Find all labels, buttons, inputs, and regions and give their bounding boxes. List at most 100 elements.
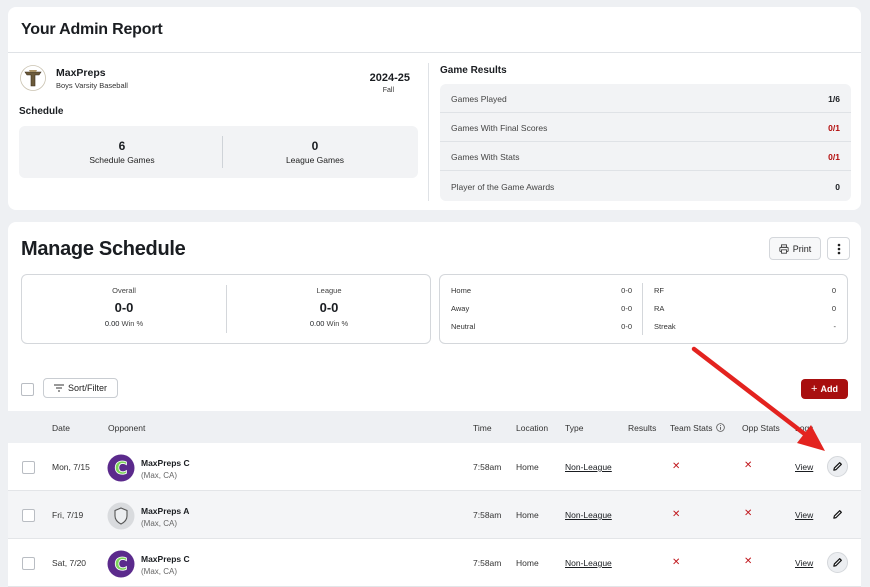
divider — [8, 52, 861, 53]
away-record: 0-0 — [621, 304, 632, 313]
ra-value: 0 — [831, 304, 836, 313]
col-location[interactable]: Location — [516, 423, 548, 433]
opponent-location: (Max, CA) — [141, 519, 177, 528]
game-results-row[interactable]: Games With Final Scores 0/1 — [440, 113, 851, 142]
letter-c-logo-icon: C — [107, 550, 135, 578]
opp-stats-missing-icon: ✕ — [744, 508, 753, 519]
team-stats-missing-icon: ✕ — [672, 557, 681, 568]
col-opponent[interactable]: Opponent — [108, 423, 145, 433]
edit-game-button[interactable] — [827, 504, 848, 525]
printer-icon — [779, 243, 789, 254]
record-summary: Overall 0-0 0.00 Win % League 0-0 0.00 W… — [21, 274, 431, 344]
game-type-link[interactable]: Non-League — [565, 510, 612, 520]
opponent-name[interactable]: MaxPreps A — [141, 506, 189, 516]
more-options-button[interactable] — [827, 237, 850, 260]
pencil-icon — [833, 462, 842, 471]
game-results-label: Player of the Game Awards — [451, 182, 555, 192]
team-subtitle: Boys Varsity Baseball — [56, 81, 128, 90]
admin-report-card: Your Admin Report MaxPreps Boys Varsity … — [8, 7, 861, 210]
opponent-location: (Max, CA) — [141, 471, 177, 480]
ra-label: RA — [654, 304, 665, 313]
game-results-title: Game Results — [440, 65, 507, 76]
game-location: Home — [516, 558, 539, 568]
overall-record: 0-0 — [114, 300, 134, 315]
game-time: 7:58am — [473, 510, 502, 520]
opponent-name[interactable]: MaxPreps C — [141, 458, 190, 468]
overall-pct-value: 0.00 — [104, 319, 120, 328]
opp-stats-missing-icon: ✕ — [744, 460, 753, 471]
edit-game-button[interactable] — [827, 552, 848, 573]
table-row[interactable]: Sat, 7/20 C MaxPreps C (Max, CA) 7:58am … — [8, 539, 861, 587]
game-results-row[interactable]: Games Played 1/6 — [440, 84, 851, 113]
game-time: 7:58am — [473, 462, 502, 472]
game-results-value: 0 — [835, 182, 840, 192]
shield-logo-icon — [107, 502, 135, 530]
more-vertical-icon — [837, 243, 840, 254]
table-header: Date Opponent Time Location Type Results… — [8, 411, 861, 443]
svg-text:C: C — [114, 554, 127, 575]
sort-filter-button[interactable]: Sort/Filter — [43, 378, 118, 398]
streak-label: Streak — [654, 322, 676, 331]
home-label: Home — [451, 286, 472, 295]
sort-filter-label: Sort/Filter — [67, 383, 107, 393]
streak-value: - — [833, 322, 837, 331]
col-date[interactable]: Date — [52, 423, 70, 433]
row-checkbox[interactable] — [22, 557, 35, 570]
filter-icon — [53, 384, 64, 392]
edit-game-button[interactable] — [827, 456, 848, 477]
row-checkbox[interactable] — [22, 461, 35, 474]
col-type[interactable]: Type — [565, 423, 583, 433]
opp-stats-missing-icon: ✕ — [744, 556, 753, 567]
col-time[interactable]: Time — [473, 423, 492, 433]
opponent-name[interactable]: MaxPreps C — [141, 554, 190, 564]
team-stats-missing-icon: ✕ — [672, 461, 681, 472]
print-label: Print — [792, 243, 812, 254]
pencil-icon — [833, 558, 842, 567]
col-opp-stats[interactable]: Opp Stats — [742, 423, 780, 433]
schedule-summary: 6 Schedule Games 0 League Games — [19, 126, 418, 178]
team-logo-icon — [20, 65, 46, 91]
col-logs[interactable]: Logs — [795, 423, 813, 433]
letter-c-logo-icon: C — [107, 454, 135, 482]
league-win-pct: 0.00 Win % — [227, 319, 431, 328]
game-type-link[interactable]: Non-League — [565, 462, 612, 472]
row-checkbox[interactable] — [22, 509, 35, 522]
game-time: 7:58am — [473, 558, 502, 568]
overall-pct-label: Win % — [121, 319, 144, 328]
game-results-row[interactable]: Player of the Game Awards 0 — [440, 172, 851, 201]
team-stats-missing-icon: ✕ — [672, 509, 681, 520]
page-title: Manage Schedule — [21, 238, 186, 260]
table-row[interactable]: Fri, 7/19 MaxPreps A (Max, CA) 7:58am Ho… — [8, 491, 861, 539]
manage-schedule-card: Manage Schedule Print Overall 0-0 0.00 W… — [8, 222, 861, 587]
game-results-row[interactable]: Games With Stats 0/1 — [440, 142, 851, 171]
rf-label: RF — [654, 286, 664, 295]
league-record: 0-0 — [319, 300, 339, 315]
select-all-checkbox[interactable] — [21, 383, 34, 396]
col-team-stats[interactable]: Team Stats — [670, 423, 725, 433]
rf-value: 0 — [831, 286, 836, 295]
league-games-label: League Games — [285, 155, 345, 165]
league-games-count: 0 — [311, 139, 319, 153]
logs-view-link[interactable]: View — [795, 558, 813, 568]
logs-view-link[interactable]: View — [795, 510, 813, 520]
col-results[interactable]: Results — [628, 423, 656, 433]
schedule-games-label: Schedule Games — [89, 155, 155, 165]
report-title: Your Admin Report — [21, 21, 163, 38]
game-date: Mon, 7/15 — [52, 462, 90, 472]
add-game-button[interactable]: + Add — [801, 379, 848, 399]
away-label: Away — [451, 304, 470, 313]
record-splits: Home 0-0 Away 0-0 Neutral 0-0 RF 0 RA 0 … — [439, 274, 848, 344]
svg-text:C: C — [114, 458, 127, 479]
info-icon[interactable] — [716, 423, 725, 432]
game-date: Sat, 7/20 — [52, 558, 87, 568]
neutral-record: 0-0 — [621, 322, 632, 331]
logs-view-link[interactable]: View — [795, 462, 813, 472]
game-results-list: Games Played 1/6 Games With Final Scores… — [440, 84, 851, 201]
game-results-value: 0/1 — [828, 123, 840, 133]
game-type-link[interactable]: Non-League — [565, 558, 612, 568]
table-row[interactable]: Mon, 7/15 C MaxPreps C (Max, CA) 7:58am … — [8, 443, 861, 491]
print-button[interactable]: Print — [769, 237, 821, 260]
team-name: MaxPreps — [56, 67, 106, 79]
schedule-section-label: Schedule — [19, 106, 64, 117]
pencil-icon — [833, 510, 842, 519]
